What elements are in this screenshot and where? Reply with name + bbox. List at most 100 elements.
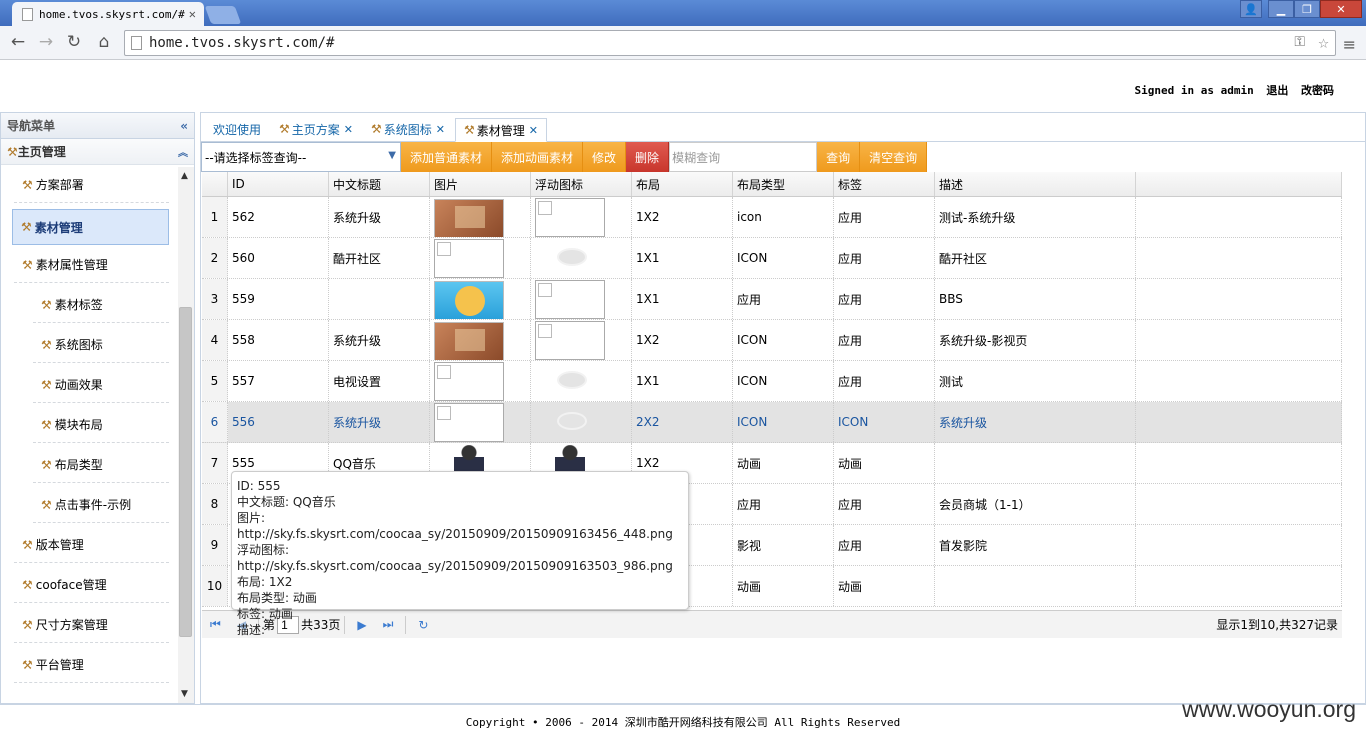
sidebar-item[interactable]: ⚒ 素材属性管理	[14, 247, 169, 283]
change-password-link[interactable]: 改密码	[1301, 84, 1334, 97]
close-tab-icon[interactable]: ✕	[189, 7, 196, 21]
cell-img	[430, 238, 531, 278]
address-bar[interactable]: home.tvos.skysrt.com/# ⚿ ☆	[124, 30, 1336, 56]
close-tab-icon[interactable]: ✕	[436, 123, 445, 136]
edit-button[interactable]: 修改	[583, 142, 627, 172]
cell-desc: 测试-系统升级	[935, 197, 1136, 237]
cell-desc: 酷开社区	[935, 238, 1136, 278]
sidebar-item-label: 点击事件-示例	[54, 498, 132, 512]
fuzzy-search-input[interactable]: 模糊查询	[669, 142, 818, 172]
menu-icon[interactable]: ≡	[1343, 35, 1356, 54]
sidebar-section[interactable]: ⚒主页管理 ︽	[1, 139, 194, 165]
restore-button[interactable]: ❐	[1294, 0, 1320, 18]
cell-n: 7	[202, 443, 228, 483]
hammer-icon: ⚒	[464, 123, 475, 137]
collapse-icon[interactable]: «	[180, 119, 188, 133]
sidebar-item[interactable]: ⚒ 布局类型	[33, 447, 169, 483]
sidebar-item[interactable]: ⚒ 平台管理	[14, 647, 169, 683]
cell-float	[531, 361, 632, 401]
table-row[interactable]: 2 560 酷开社区 1X1 ICON 应用 酷开社区	[202, 238, 1342, 279]
sidebar-item[interactable]: ⚒ 系统图标	[33, 327, 169, 363]
add-normal-button[interactable]: 添加普通素材	[401, 142, 493, 172]
sidebar-item[interactable]: ⚒ 尺寸方案管理	[14, 607, 169, 643]
table-row[interactable]: 4 558 系统升级 1X2 ICON 应用 系统升级-影视页	[202, 320, 1342, 361]
logout-link[interactable]: 退出	[1266, 84, 1288, 97]
sidebar-item[interactable]: ⚒ 素材标签	[33, 287, 169, 323]
add-anim-button[interactable]: 添加动画素材	[492, 142, 584, 172]
cell-title: 酷开社区	[329, 238, 430, 278]
key-icon[interactable]: ⚿	[1294, 34, 1305, 50]
sidebar-item[interactable]: ⚒ 动画效果	[33, 367, 169, 403]
thumbnail-image	[434, 281, 504, 319]
sidebar-item[interactable]: ⚒ 模块布局	[33, 407, 169, 443]
cell-ltype: 动画	[733, 566, 834, 606]
column-header[interactable]: ID	[228, 172, 329, 196]
column-header[interactable]: 中文标题	[329, 172, 430, 196]
column-header[interactable]: 布局	[632, 172, 733, 196]
tooltip-line: 描述:	[237, 623, 266, 637]
sidebar-item[interactable]: ⚒ 点击事件-示例	[33, 487, 169, 523]
chevron-up-icon[interactable]: ︽	[178, 144, 188, 159]
table-row[interactable]: 5 557 电视设置 1X1 ICON 应用 测试	[202, 361, 1342, 402]
cell-tag: 应用	[834, 279, 935, 319]
first-page-icon[interactable]: ⏮	[210, 617, 221, 632]
home-icon[interactable]: ⌂	[94, 32, 114, 52]
column-header[interactable]: 浮动图标	[531, 172, 632, 196]
column-header[interactable]: 布局类型	[733, 172, 834, 196]
tab-item[interactable]: ⚒ 系统图标 ✕	[363, 117, 453, 141]
sidebar-item[interactable]: ⚒ cooface管理	[14, 567, 169, 603]
clear-query-button[interactable]: 清空查询	[860, 142, 928, 172]
forward-icon[interactable]: →	[36, 32, 56, 52]
sidebar-item[interactable]: ⚒ 素材管理	[12, 209, 169, 245]
sidebar-scrollbar[interactable]: ▲ ▼	[178, 167, 194, 703]
table-row[interactable]: 6 556 系统升级 2X2 ICON ICON 系统升级	[202, 402, 1342, 443]
sidebar-item-label: 素材管理	[34, 220, 83, 235]
cell-float	[531, 402, 632, 442]
sidebar-item-label: 动画效果	[54, 378, 103, 392]
column-header[interactable]: 描述	[935, 172, 1136, 196]
close-window-button[interactable]: ✕	[1320, 0, 1362, 18]
hammer-icon: ⚒	[22, 537, 33, 552]
hammer-icon: ⚒	[7, 145, 18, 159]
hammer-icon: ⚒	[371, 122, 382, 136]
column-header[interactable]: 标签	[834, 172, 935, 196]
broken-image-icon	[535, 280, 605, 319]
sidebar-item[interactable]: ⚒ 版本管理	[14, 527, 169, 563]
chevron-down-icon[interactable]: ▼	[388, 150, 396, 161]
close-tab-icon[interactable]: ✕	[529, 124, 538, 137]
new-tab-button[interactable]	[204, 6, 242, 24]
browser-tab[interactable]: home.tvos.skysrt.com/# ✕	[12, 2, 204, 26]
scrollbar-thumb[interactable]	[179, 307, 192, 637]
sidebar-item[interactable]: ⚒ 方案部署	[14, 167, 169, 203]
cell-img	[430, 279, 531, 319]
column-header[interactable]: 图片	[430, 172, 531, 196]
back-icon[interactable]: ←	[8, 32, 28, 52]
cell-empty	[1136, 525, 1342, 565]
delete-button[interactable]: 删除	[626, 142, 670, 172]
scroll-up-icon[interactable]: ▲	[181, 171, 188, 181]
cell-img	[430, 197, 531, 237]
reload-icon[interactable]: ↻	[64, 32, 84, 52]
close-tab-icon[interactable]: ✕	[344, 123, 353, 136]
cell-ltype: ICON	[733, 320, 834, 360]
cell-empty	[1136, 484, 1342, 524]
cell-n: 5	[202, 361, 228, 401]
cell-img	[430, 361, 531, 401]
table-row[interactable]: 3 559 1X1 应用 应用 BBS	[202, 279, 1342, 320]
cell-layout: 1X1	[632, 238, 733, 278]
tag-select[interactable]: --请选择标签查询-- ▼	[201, 142, 401, 172]
cell-title	[329, 279, 430, 319]
hammer-icon: ⚒	[41, 297, 52, 312]
tab-item[interactable]: 欢迎使用	[205, 117, 269, 141]
cell-tag: 应用	[834, 238, 935, 278]
tab-item[interactable]: ⚒ 素材管理 ✕	[455, 118, 548, 142]
sidebar-item-label: 系统图标	[54, 338, 103, 352]
tab-item[interactable]: ⚒ 主页方案 ✕	[271, 117, 361, 141]
page-icon	[131, 36, 142, 50]
query-button[interactable]: 查询	[817, 142, 861, 172]
star-icon[interactable]: ☆	[1318, 32, 1329, 53]
user-icon[interactable]: 👤	[1240, 0, 1262, 18]
scroll-down-icon[interactable]: ▼	[181, 689, 188, 699]
minimize-button[interactable]: ▁	[1268, 0, 1294, 18]
table-row[interactable]: 1 562 系统升级 1X2 icon 应用 测试-系统升级	[202, 197, 1342, 238]
